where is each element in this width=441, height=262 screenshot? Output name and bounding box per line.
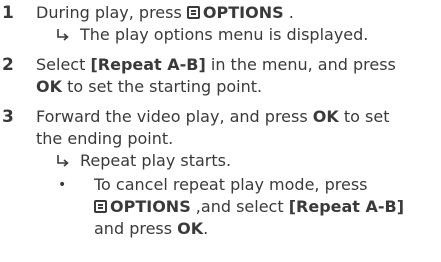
instruction-document: 1 During play, press OPTIONS . The play … — [0, 0, 441, 262]
note-text-part: To cancel repeat play mode, press — [94, 175, 368, 194]
step-text-part: During play, press — [36, 3, 187, 22]
ok-keyword: OK — [36, 77, 62, 96]
step-number: 1 — [2, 3, 14, 23]
step-text-part: . — [283, 3, 294, 22]
result-text: Repeat play starts. — [80, 151, 232, 170]
step-text-part: to set the starting point. — [62, 77, 263, 96]
step-text-part: Forward the video play, and press — [36, 107, 313, 126]
note-text: To cancel repeat play mode, press OPTION… — [94, 174, 440, 240]
menu-item-keyword: [Repeat A-B] — [288, 197, 405, 216]
options-keyword: OPTIONS — [202, 3, 284, 22]
step-text-part: to set — [338, 107, 390, 126]
ok-keyword: OK — [312, 107, 339, 126]
step-text-part: Select — [36, 55, 91, 74]
result-text: The play options menu is displayed. — [80, 25, 369, 44]
note-text-part: . — [203, 219, 209, 238]
arrow-right-hook-icon — [57, 155, 69, 167]
note-text-part: and press — [94, 219, 178, 238]
arrow-right-hook-icon — [57, 29, 69, 41]
options-keyword: OPTIONS — [110, 197, 191, 216]
step-number: 2 — [2, 55, 14, 75]
bullet-marker: • — [58, 177, 67, 193]
step-text: During play, press OPTIONS . — [36, 2, 440, 24]
step-text-part: in the menu, and press — [205, 55, 396, 74]
ok-keyword: OK — [177, 219, 204, 238]
note-text-part: ,and select — [190, 197, 289, 216]
options-menu-icon — [94, 200, 107, 213]
step-text: Select [Repeat A-B] in the menu, and pre… — [36, 54, 440, 98]
step-text-part: the ending point. — [36, 129, 174, 148]
step-number: 3 — [2, 107, 14, 127]
menu-item-keyword: [Repeat A-B] — [90, 55, 206, 74]
options-menu-icon — [186, 6, 200, 19]
step-text: Forward the video play, and press OK to … — [36, 106, 440, 150]
